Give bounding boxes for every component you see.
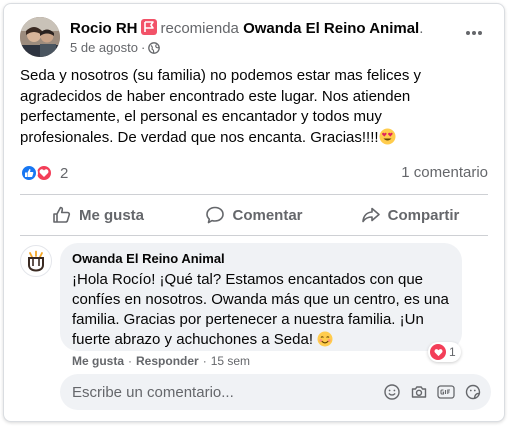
separator-dot: · xyxy=(202,354,207,368)
comments-count-link[interactable]: 1 comentario xyxy=(401,164,488,181)
more-horizontal-icon xyxy=(466,31,482,35)
comment-like-link[interactable]: Me gusta xyxy=(72,354,124,368)
author-avatar[interactable] xyxy=(20,17,60,57)
composer-icons xyxy=(375,382,483,402)
reaction-count: 2 xyxy=(60,164,69,182)
comment-reply-link[interactable]: Responder xyxy=(136,354,199,368)
page-name-suffix: . xyxy=(419,20,424,37)
commenter-avatar[interactable] xyxy=(20,245,52,277)
post-body: Seda y nosotros (su familia) no podemos … xyxy=(20,66,470,151)
like-reaction-icon xyxy=(20,164,38,182)
camera-icon[interactable] xyxy=(409,382,429,402)
meta-separator: · xyxy=(140,40,146,55)
smiling-emoji-icon xyxy=(317,331,333,353)
separator-dot: · xyxy=(128,354,133,368)
reactions-summary[interactable]: 2 xyxy=(20,162,68,184)
comment-composer xyxy=(60,374,491,410)
comment-time[interactable]: 15 sem xyxy=(211,354,250,368)
post-card: Rocio RH recomienda Owanda El Reino Anima… xyxy=(3,3,505,422)
post-text: Seda y nosotros (su familia) no podemos … xyxy=(20,67,422,146)
comment-button[interactable]: Comentar xyxy=(176,195,332,235)
divider xyxy=(20,235,488,236)
comment-author[interactable]: Owanda El Reino Animal xyxy=(72,251,450,267)
author-line: Rocio RH recomienda Owanda El Reino Anima… xyxy=(70,19,423,37)
comment-bubble-icon xyxy=(206,206,225,224)
love-reaction-icon xyxy=(430,344,446,360)
post-meta: 5 de agosto · xyxy=(70,40,161,57)
comment-text: ¡Hola Rocío! ¡Qué tal? Estamos encantado… xyxy=(72,271,449,348)
sticker-icon[interactable] xyxy=(463,382,483,402)
globe-icon xyxy=(148,42,161,57)
post-actions-bar: Me gusta Comentar Compartir xyxy=(20,195,488,235)
gif-icon[interactable] xyxy=(436,382,456,402)
comment-reactions[interactable]: 1 xyxy=(428,342,461,362)
share-button-label: Compartir xyxy=(387,206,460,224)
comment-input[interactable] xyxy=(72,374,362,410)
share-arrow-icon xyxy=(361,207,380,223)
thumbs-up-icon xyxy=(53,206,71,223)
emoji-icon[interactable] xyxy=(382,382,402,402)
more-options-button[interactable] xyxy=(462,21,486,45)
like-button-label: Me gusta xyxy=(78,206,144,224)
comment-body: ¡Hola Rocío! ¡Qué tal? Estamos encantado… xyxy=(72,270,450,353)
comment-reaction-count: 1 xyxy=(449,345,456,359)
post-date[interactable]: 5 de agosto xyxy=(70,40,138,55)
share-button[interactable]: Compartir xyxy=(332,195,488,235)
recommends-text: recomienda xyxy=(160,20,239,37)
like-button[interactable]: Me gusta xyxy=(20,195,176,235)
owanda-logo-icon xyxy=(28,250,44,272)
post-header: Rocio RH recomienda Owanda El Reino Anima… xyxy=(20,17,488,59)
recommended-page-name[interactable]: Owanda El Reino Animal xyxy=(243,20,419,37)
heart-eyes-emoji-icon xyxy=(379,128,396,152)
comment-actions: Me gusta · Responder · 15 sem xyxy=(72,354,250,368)
recommend-flag-icon xyxy=(140,19,157,35)
comment-bubble: Owanda El Reino Animal ¡Hola Rocío! ¡Qué… xyxy=(60,243,462,351)
comment-button-label: Comentar xyxy=(232,206,303,224)
author-name[interactable]: Rocio RH xyxy=(70,20,138,37)
